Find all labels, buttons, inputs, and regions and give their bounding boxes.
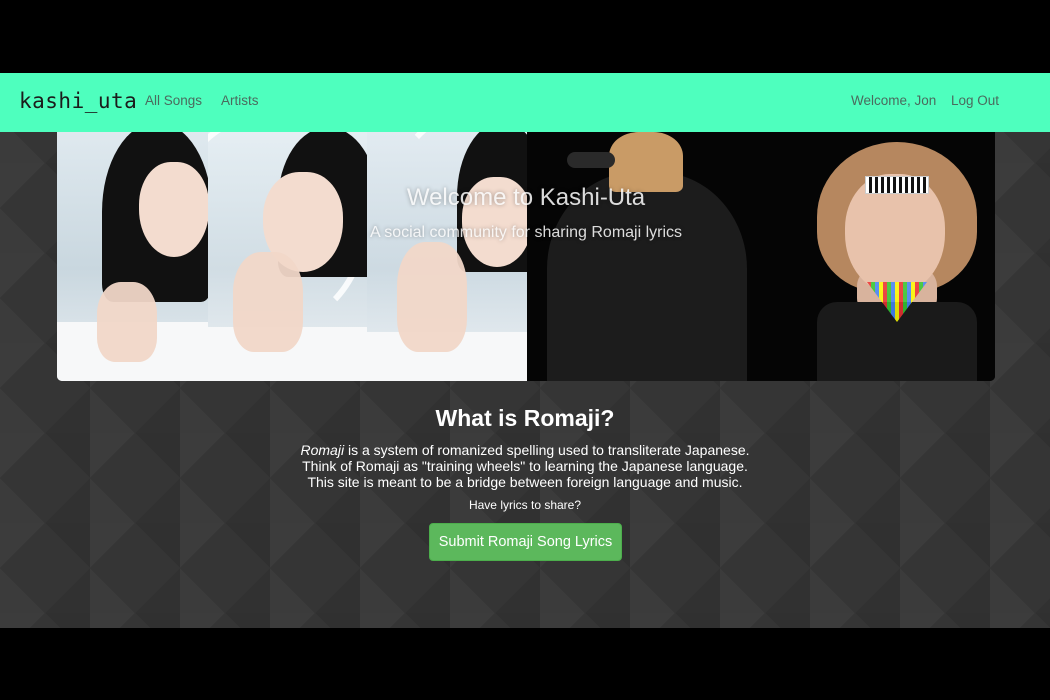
hero-photo-2 <box>208 132 367 381</box>
nav-welcome-user[interactable]: Welcome, Jon <box>851 93 936 108</box>
description-line-2: Think of Romaji as "training wheels" to … <box>302 458 748 474</box>
description-line-1-text: is a system of romanized spelling used t… <box>344 442 750 458</box>
hero-photo-3 <box>367 132 527 381</box>
section-title: What is Romaji? <box>435 405 615 431</box>
nav-all-songs[interactable]: All Songs <box>145 93 202 108</box>
hand-shape <box>233 252 303 352</box>
hero-subtitle: A social community for sharing Romaji ly… <box>369 224 683 241</box>
hero-banner: Welcome to Kashi-Uta A social community … <box>57 132 995 381</box>
page: kashi_uta All Songs Artists Welcome, Jon… <box>0 73 1050 628</box>
submit-lyrics-button[interactable]: Submit Romaji Song Lyrics <box>429 523 622 561</box>
nav-artists[interactable]: Artists <box>221 93 259 108</box>
romaji-description: Romaji is a system of romanized spelling… <box>0 442 1050 490</box>
hero-photo-4 <box>527 132 995 381</box>
navbar: kashi_uta All Songs Artists Welcome, Jon… <box>0 73 1050 132</box>
arm-shape <box>567 152 615 168</box>
nav-logout[interactable]: Log Out <box>951 93 999 108</box>
description-line-3: This site is meant to be a bridge betwee… <box>307 474 743 490</box>
hand-shape <box>97 282 157 362</box>
hand-shape <box>397 242 467 352</box>
romaji-term: Romaji <box>300 442 345 458</box>
description-line-1: Romaji is a system of romanized spelling… <box>0 442 1050 458</box>
letterbox-top <box>0 0 1050 73</box>
hero-title: Welcome to Kashi-Uta <box>406 184 646 211</box>
hero-photo-1 <box>57 132 208 381</box>
share-question: Have lyrics to share? <box>468 498 582 512</box>
brand-logo[interactable]: kashi_uta <box>19 89 137 113</box>
letterbox-bottom <box>0 628 1050 700</box>
hair-shape <box>609 132 683 192</box>
